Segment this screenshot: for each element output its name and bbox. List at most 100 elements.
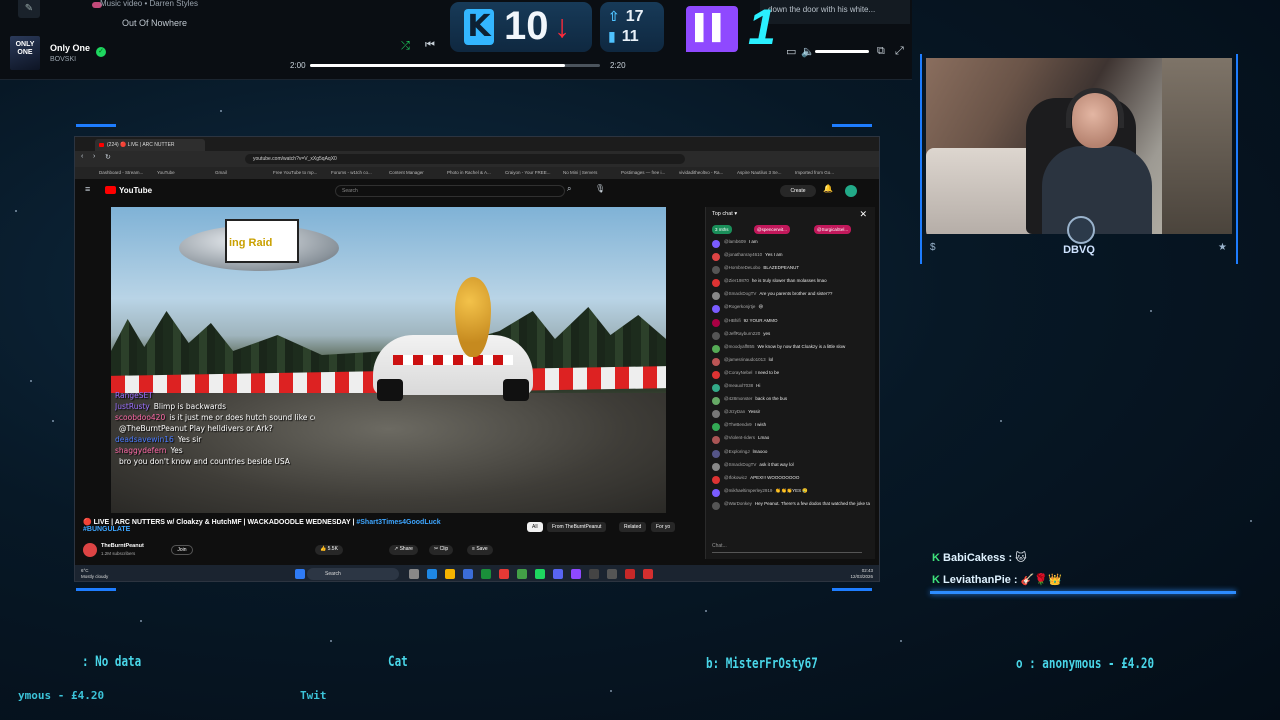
url-field[interactable]: youtube.com/watch?v=V_xXg5qAqX0 xyxy=(245,154,685,164)
chat-avatar[interactable] xyxy=(712,292,720,301)
chat-avatar[interactable] xyxy=(712,331,720,340)
chat-message[interactable]: @mikhaeltimperley2919 👏👏👏YES 🥲 xyxy=(712,488,870,501)
chat-username[interactable]: @mikhaeltimperley2919 xyxy=(724,488,772,493)
obs-icon[interactable] xyxy=(589,569,599,579)
store-icon[interactable] xyxy=(463,569,473,579)
chat-username[interactable]: @jamesrinaudo1013 xyxy=(724,357,766,362)
video-hashtag[interactable]: #Shart3Times4GoodLuck xyxy=(356,519,440,526)
shuffle-icon[interactable]: ⤮ xyxy=(401,40,410,53)
chat-avatar[interactable] xyxy=(712,397,720,406)
browser-tab[interactable]: (224) 🔴 LIVE | ARC NUTTER xyxy=(95,139,205,151)
bell-icon[interactable]: 🔔 xyxy=(823,184,833,193)
chat-avatar[interactable] xyxy=(712,370,720,379)
bookmark-item[interactable]: vividaditheoltvo - Ra... xyxy=(679,170,723,175)
chat-message[interactable]: @meauxl7038 Hi xyxy=(712,383,870,396)
chat-avatar[interactable] xyxy=(712,357,720,366)
device-icon[interactable]: ▭ xyxy=(786,45,796,58)
track-title[interactable]: Only One xyxy=(50,43,90,53)
chat-avatar[interactable] xyxy=(712,384,720,393)
pinned-chip[interactable]: @spencerwit... xyxy=(754,225,790,234)
app-icon[interactable] xyxy=(643,569,653,579)
chat-username[interactable]: @JeffRayburn220 xyxy=(724,331,760,336)
chat-message[interactable]: @JeffRayburn220 yes xyxy=(712,331,870,344)
chat-username[interactable]: @HombreDeLobo xyxy=(724,265,760,270)
weather-widget[interactable]: 6°C Mostly cloudy xyxy=(81,568,108,580)
chip-related[interactable]: Related xyxy=(619,522,647,532)
chat-avatar[interactable] xyxy=(712,240,720,248)
chat-username[interactable]: @Zier19870 xyxy=(724,278,749,283)
chat-avatar[interactable] xyxy=(712,318,720,327)
save-button[interactable]: ≡ Save xyxy=(467,545,493,555)
volume-slider[interactable] xyxy=(815,50,869,53)
bookmark-item[interactable]: Forums - w1tch co... xyxy=(331,170,372,175)
chat-message[interactable]: @jamesrinaudo1013 lol xyxy=(712,357,870,370)
chat-username[interactable]: @lamb609 xyxy=(724,239,746,244)
chat-avatar[interactable] xyxy=(712,279,720,288)
chat-username[interactable]: @428monster xyxy=(724,396,752,401)
pin-icon[interactable]: ✎ xyxy=(18,0,40,18)
youtube-search-input[interactable]: Search xyxy=(335,185,565,197)
bookmark-item[interactable]: Content Manager xyxy=(389,170,424,175)
pinned-chip[interactable]: @SurgicalSel... xyxy=(814,225,852,234)
mini-player-icon[interactable]: ⧉ xyxy=(877,45,885,58)
chat-avatar[interactable] xyxy=(712,449,720,458)
taskbar-clock[interactable]: 02:43 12/03/2026 xyxy=(850,568,873,580)
chrome-icon[interactable] xyxy=(517,569,527,579)
share-button[interactable]: ↗ Share xyxy=(389,545,418,555)
spotify-icon[interactable] xyxy=(535,569,545,579)
chat-message[interactable]: @Zier19870 he is truly slower than molass… xyxy=(712,278,870,291)
app-icon[interactable] xyxy=(607,569,617,579)
twitch-app-icon[interactable] xyxy=(571,569,581,579)
chat-message[interactable]: @moodyaff855 We know by now that Cloakzy … xyxy=(712,344,870,357)
chat-username[interactable]: @Rogerkonjrtje xyxy=(724,304,755,309)
bookmark-item[interactable]: Photo in Rachel & A... xyxy=(447,170,491,175)
app-icon[interactable] xyxy=(499,569,509,579)
explorer-icon[interactable] xyxy=(445,569,455,579)
chat-username[interactable]: @Ifokowicz xyxy=(724,475,747,480)
chat-avatar[interactable] xyxy=(712,305,720,314)
edge-icon[interactable] xyxy=(427,569,437,579)
chat-avatar[interactable] xyxy=(712,436,720,445)
bookmark-item[interactable]: No Mini | Servers xyxy=(563,170,597,175)
account-avatar[interactable] xyxy=(845,185,857,197)
chat-avatar[interactable] xyxy=(712,410,720,419)
pinned-chip[interactable]: 3 mths xyxy=(712,225,732,234)
bookmark-item[interactable]: Gmail xyxy=(215,170,227,175)
chat-avatar[interactable] xyxy=(712,488,720,497)
menu-icon[interactable]: ≡ xyxy=(85,184,90,194)
chat-message[interactable]: @CorayNebel I need to be xyxy=(712,370,870,383)
taskbar-search[interactable]: Search xyxy=(307,568,399,580)
chat-avatar[interactable] xyxy=(712,266,720,275)
chat-avatar[interactable] xyxy=(712,462,720,471)
chat-avatar[interactable] xyxy=(712,501,720,510)
bookmark-item[interactable]: Craiyon - Your FREE... xyxy=(505,170,551,175)
clip-button[interactable]: ✂ Clip xyxy=(429,545,454,555)
mic-icon[interactable]: 🎙 xyxy=(595,184,605,193)
track-artist[interactable]: BOVSKI xyxy=(50,56,76,63)
app-icon[interactable] xyxy=(625,569,635,579)
bookmark-item[interactable]: YouTube xyxy=(157,170,175,175)
chat-username[interactable]: @moodyaff855 xyxy=(724,344,755,349)
channel-avatar[interactable] xyxy=(83,543,97,557)
chat-message[interactable]: @HBhifi 9z YOUR AMMO xyxy=(712,318,870,331)
bookmark-item[interactable]: Postimages — free i... xyxy=(621,170,665,175)
forward-icon[interactable]: › xyxy=(93,153,95,160)
chat-header[interactable]: Top chat ▾ xyxy=(712,211,737,217)
reload-icon[interactable]: ↻ xyxy=(105,153,111,161)
chat-username[interactable]: @meauxl7038 xyxy=(724,383,753,388)
search-icon[interactable]: ⌕ xyxy=(567,184,571,194)
chat-message[interactable]: @Rogerkonjrtje 😆 xyxy=(712,304,870,317)
progress-bar[interactable] xyxy=(310,64,600,67)
discord-icon[interactable] xyxy=(553,569,563,579)
queue-item-subtitle[interactable]: Music video • Darren Styles xyxy=(100,0,198,8)
start-icon[interactable] xyxy=(295,569,305,579)
channel-name[interactable]: TheBurntPeanut xyxy=(101,543,144,549)
chat-message[interactable]: @TheBendv9 I wish xyxy=(712,422,870,435)
chat-message[interactable]: @lamb609 I am xyxy=(712,239,870,252)
chat-message[interactable]: @jonathanray4610 Yes I am xyxy=(712,252,870,265)
bookmark-item[interactable]: Aspire Nautilus 3 Se... xyxy=(737,170,782,175)
bookmark-item[interactable]: Free YouTube to mp... xyxy=(273,170,317,175)
bookmark-item[interactable]: Imported from Go... xyxy=(795,170,834,175)
chat-message[interactable]: @SmackDogTV ask it that way lol xyxy=(712,462,870,475)
chat-message[interactable]: @428monster back on the bus xyxy=(712,396,870,409)
